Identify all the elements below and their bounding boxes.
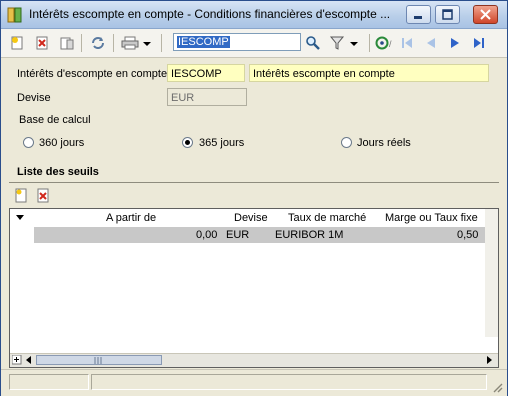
filter-icon [329,36,345,50]
record-search-input[interactable]: IESCOMP [173,33,301,51]
grid-header: A partir de Devise Taux de marché Marge … [10,209,498,226]
main-window: Intérêts escompte en compte - Conditions… [0,0,508,396]
add-threshold-button[interactable] [13,188,29,204]
next-record-button[interactable] [445,33,465,53]
print-button[interactable] [120,33,140,53]
radio-actual-days-label[interactable]: Jours réels [357,137,411,149]
delete-icon [36,36,48,50]
toolbar-separator [369,34,370,52]
column-header-currency[interactable]: Devise [234,212,268,224]
minimize-button[interactable] [406,5,431,24]
cell-from[interactable]: 0,00 [196,229,217,241]
vertical-scrollbar[interactable] [485,209,498,337]
code-field[interactable]: IESCOMP [167,64,245,82]
radio-actual-days[interactable] [341,137,352,148]
horizontal-scrollbar[interactable] [10,353,498,367]
last-record-icon [474,38,484,48]
refresh-icon [92,37,104,49]
form-area: Intérêts d'escompte en compte IESCOMP In… [1,58,507,368]
name-label: Intérêts d'escompte en compte [17,68,168,80]
window-title: Intérêts escompte en compte - Conditions… [29,7,391,21]
scroll-left-icon[interactable] [24,355,34,365]
print-dropdown-button[interactable] [140,33,154,53]
toolbar-separator [161,34,162,52]
radio-360-days[interactable] [23,137,34,148]
toolbar-separator [81,34,82,52]
status-bar [1,369,507,396]
minimize-icon [414,16,422,19]
table-row[interactable]: 0,00 EUR EURIBOR 1M 0,50 [34,227,485,243]
properties-button[interactable] [57,33,77,53]
expand-icon[interactable] [12,355,22,365]
column-header-from[interactable]: A partir de [106,212,156,224]
next-record-icon [451,38,459,48]
radio-365-days[interactable] [182,137,193,148]
maximize-icon [442,9,453,20]
new-document-icon [15,188,27,203]
cell-currency[interactable]: EUR [226,229,249,241]
description-field[interactable]: Intérêts escompte en compte [249,64,489,82]
svg-text:/: / [389,39,392,49]
title-bar[interactable]: Intérêts escompte en compte - Conditions… [1,1,507,29]
first-record-icon [402,38,412,48]
cell-market-rate[interactable]: EURIBOR 1M [275,229,343,241]
new-record-button[interactable] [7,33,27,53]
delete-threshold-button[interactable] [35,188,51,204]
column-header-market-rate[interactable]: Taux de marché [288,212,366,224]
radio-365-days-label[interactable]: 365 jours [199,137,244,149]
last-record-button[interactable] [469,33,489,53]
delete-record-button[interactable] [32,33,52,53]
new-document-icon [11,36,23,50]
first-record-button[interactable] [397,33,417,53]
search-button[interactable] [303,33,323,53]
cell-margin[interactable]: 0,50 [457,229,478,241]
status-pane-1 [9,374,89,390]
currency-label: Devise [17,92,51,104]
column-menu-icon[interactable] [16,214,25,222]
printer-icon [121,36,139,50]
chevron-down-icon [143,42,151,46]
app-icon [7,7,23,23]
thresholds-grid: A partir de Devise Taux de marché Marge … [9,208,499,368]
document-list-icon [60,37,74,50]
resize-grip-icon[interactable] [491,381,503,393]
radio-360-days-label[interactable]: 360 jours [39,137,84,149]
close-button[interactable] [473,5,498,24]
scroll-right-icon[interactable] [484,355,494,365]
section-divider [9,182,499,183]
thresholds-title: Liste des seuils [17,166,99,178]
previous-record-button[interactable] [421,33,441,53]
previous-record-icon [427,38,435,48]
filter-dropdown-button[interactable] [347,33,361,53]
column-header-margin[interactable]: Marge ou Taux fixe [385,212,478,224]
go-to-record-button[interactable]: / [375,33,395,53]
toolbar-separator [113,34,114,52]
chevron-down-icon [350,42,358,46]
maximize-button[interactable] [435,5,460,24]
basis-label: Base de calcul [19,114,91,126]
close-icon [480,9,491,20]
search-icon [306,36,320,50]
scrollbar-thumb[interactable] [36,355,162,365]
refresh-button[interactable] [88,33,108,53]
delete-icon [37,188,49,203]
status-pane-2 [91,374,487,390]
search-value: IESCOMP [177,36,230,48]
grip-icon [94,357,102,364]
toolbar: IESCOMP / [1,29,507,58]
go-to-icon: / [375,36,392,50]
currency-field: EUR [167,88,247,106]
filter-button[interactable] [327,33,347,53]
